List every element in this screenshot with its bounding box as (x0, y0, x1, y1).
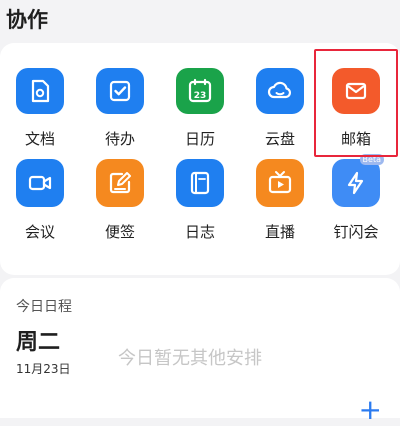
app-calendar[interactable]: 23 日历 (160, 43, 240, 149)
schedule-date: 11月23日 (16, 362, 71, 376)
schedule-empty-message: 今日暂无其他安排 (118, 348, 262, 369)
app-label: 云盘 (264, 130, 295, 148)
calendar-day-number: 23 (194, 91, 207, 101)
app-label: 会议 (24, 223, 55, 241)
today-schedule-card[interactable]: 今日日程 周二 11月23日 今日暂无其他安排 + (0, 278, 400, 424)
app-journal[interactable]: 日志 (160, 149, 240, 255)
add-event-button[interactable]: + (359, 396, 382, 424)
calendar-icon: 23 (176, 68, 224, 114)
app-todo[interactable]: 待办 (80, 43, 160, 149)
checklist-icon (96, 68, 144, 114)
schedule-title: 今日日程 (16, 299, 72, 315)
app-label: 日志 (184, 223, 215, 241)
app-cloud[interactable]: 云盘 (240, 43, 320, 149)
schedule-weekday: 周二 (16, 330, 61, 355)
app-label: 便签 (104, 223, 135, 241)
app-note[interactable]: 便签 (80, 149, 160, 255)
app-label: 日历 (184, 130, 215, 148)
app-label: 钉闪会 (333, 223, 379, 241)
mail-highlight-box (314, 49, 398, 157)
app-docs[interactable]: 文档 (0, 43, 80, 149)
notebook-icon (176, 159, 224, 207)
video-camera-icon (16, 159, 64, 207)
tv-play-icon (256, 159, 304, 207)
app-live[interactable]: 直播 (240, 149, 320, 255)
app-label: 文档 (24, 130, 55, 148)
app-meeting[interactable]: 会议 (0, 149, 80, 255)
note-edit-icon (96, 159, 144, 207)
app-label: 待办 (104, 130, 135, 148)
app-label: 直播 (264, 223, 295, 241)
cloud-icon (256, 68, 304, 114)
app-flash[interactable]: Beta 钉闪会 (316, 149, 396, 255)
document-icon (16, 68, 64, 114)
lightning-icon: Beta (332, 154, 384, 207)
section-title: 协作 (6, 8, 48, 32)
